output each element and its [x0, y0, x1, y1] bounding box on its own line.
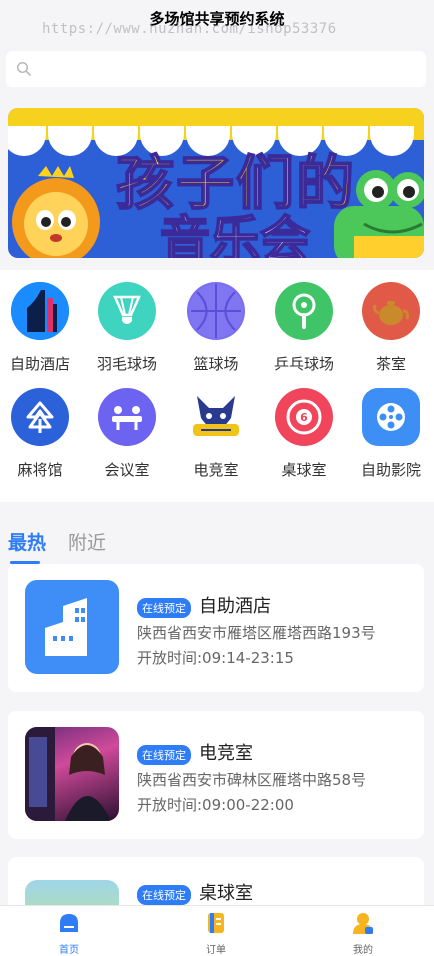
booking-badge: 在线预定 — [137, 885, 191, 905]
venue-hours: 开放时间:09:14-23:15 — [137, 649, 294, 667]
shuttlecock-icon — [98, 282, 156, 340]
category-label: 羽毛球场 — [96, 355, 157, 373]
basketball-icon — [187, 282, 245, 340]
venue-card[interactable]: 在线预定 电竞室 陕西省西安市碑林区雁塔中路58号 开放时间:09:00-22:… — [8, 711, 424, 839]
venue-tabs: 最热 附近 — [8, 528, 106, 564]
category-billiards[interactable]: 6 桌球室 — [261, 388, 347, 480]
tab-profile-label: 我的 — [353, 945, 373, 956]
category-pingpong[interactable]: 乒乓球场 — [261, 282, 347, 374]
esports-photo — [25, 727, 119, 821]
category-tearoom[interactable]: 茶室 — [348, 282, 434, 374]
hotel-building-icon — [11, 282, 69, 340]
venue-hours: 开放时间:09:00-22:00 — [137, 796, 294, 814]
category-hotel[interactable]: 自助酒店 — [0, 282, 83, 374]
mahjong-tree-icon — [11, 388, 69, 446]
category-label: 茶室 — [375, 355, 406, 373]
venue-card[interactable]: 在线预定 自助酒店 陕西省西安市雁塔区雁塔西路193号 开放时间:09:14-2… — [8, 564, 424, 692]
svg-text:6: 6 — [300, 411, 308, 424]
teapot-icon — [362, 282, 420, 340]
banner-subheadline: 音乐会 — [159, 210, 311, 258]
title-bar: 多场馆共享预约系统 https://www.huzhan.com/ishop53… — [0, 0, 434, 48]
meeting-table-icon — [98, 388, 156, 446]
order-icon — [208, 913, 224, 933]
category-label: 会议室 — [104, 461, 150, 479]
category-label: 自助酒店 — [9, 355, 70, 373]
category-cinema[interactable]: 自助影院 — [348, 388, 434, 480]
venue-address: 陕西省西安市碑林区雁塔中路58号 — [137, 771, 367, 789]
esports-logo-icon — [187, 388, 245, 446]
ping-pong-icon — [275, 282, 333, 340]
category-label: 自助影院 — [360, 461, 421, 479]
tab-home[interactable]: 首页 — [19, 912, 119, 956]
category-basketball[interactable]: 篮球场 — [173, 282, 259, 374]
search-input[interactable] — [40, 61, 400, 77]
building-icon — [25, 580, 119, 674]
search-bar[interactable] — [6, 51, 426, 87]
user-icon — [353, 913, 373, 934]
tab-home-label: 首页 — [59, 945, 79, 956]
search-icon — [16, 61, 31, 76]
category-label: 桌球室 — [281, 461, 327, 479]
bottom-tab-bar: 首页 订单 我的 — [0, 905, 434, 956]
booking-badge: 在线预定 — [137, 745, 191, 765]
tab-profile[interactable]: 我的 — [313, 912, 413, 956]
category-label: 篮球场 — [193, 355, 239, 373]
booking-badge: 在线预定 — [137, 598, 191, 618]
category-mahjong[interactable]: 麻将馆 — [0, 388, 83, 480]
promo-banner[interactable]: 孩子们的 音乐会 — [8, 108, 424, 258]
venue-name: 自助酒店 — [199, 596, 271, 617]
watermark-text: https://www.huzhan.com/ishop53376 — [42, 21, 337, 37]
tab-nearby[interactable]: 附近 — [68, 528, 106, 560]
film-reel-icon — [362, 388, 420, 446]
venue-address: 陕西省西安市雁塔区雁塔西路193号 — [137, 624, 376, 642]
category-label: 麻将馆 — [17, 461, 63, 479]
tab-hot[interactable]: 最热 — [8, 528, 46, 564]
tab-orders[interactable]: 订单 — [166, 912, 266, 956]
lion-illustration — [12, 166, 100, 258]
category-grid: 自助酒店 羽毛球场 篮球场 乒乓球场 茶室 麻将馆 会议室 电竞室 6 桌球室 … — [0, 270, 434, 502]
tab-orders-label: 订单 — [206, 945, 226, 956]
billiard-ball-icon: 6 — [275, 388, 333, 446]
category-label: 电竞室 — [193, 461, 239, 479]
home-icon — [60, 914, 78, 932]
category-label: 乒乓球场 — [273, 355, 334, 373]
category-badminton[interactable]: 羽毛球场 — [84, 282, 170, 374]
venue-name: 电竞室 — [199, 743, 253, 764]
category-meeting[interactable]: 会议室 — [84, 388, 170, 480]
category-esports[interactable]: 电竞室 — [173, 388, 259, 480]
venue-name: 桌球室 — [199, 883, 253, 904]
